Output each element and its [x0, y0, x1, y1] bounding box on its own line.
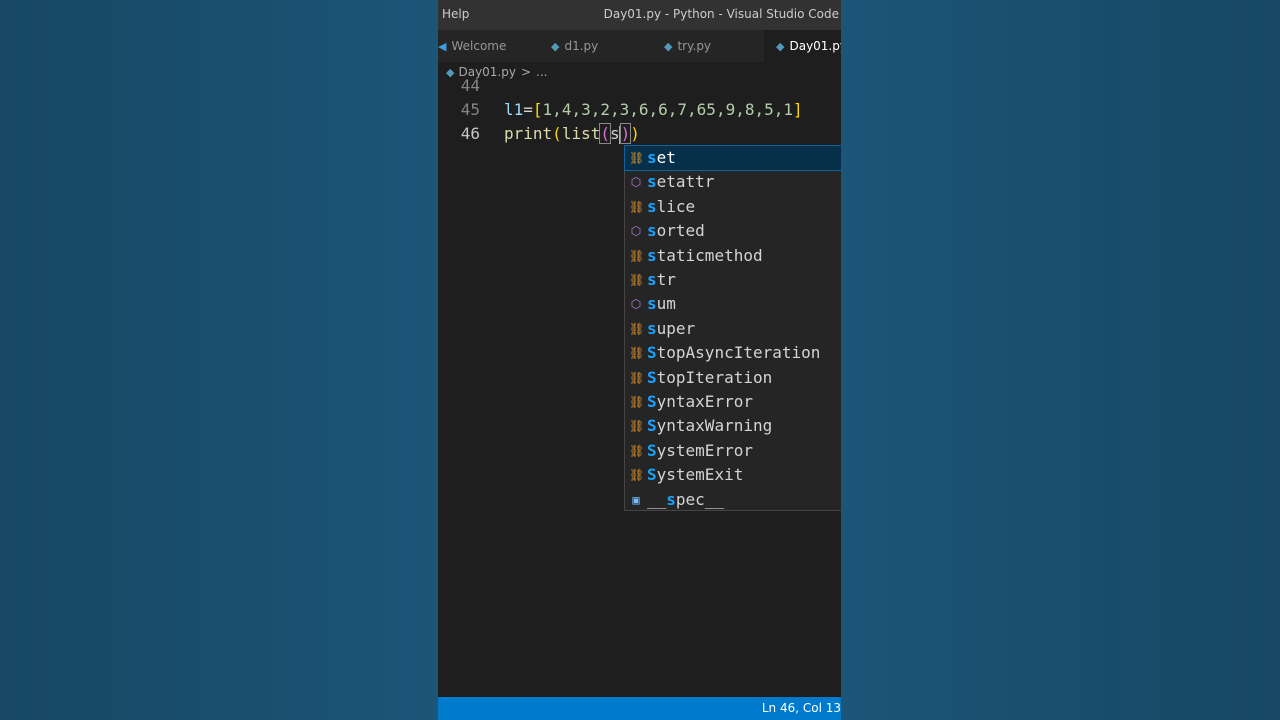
suggestion-item[interactable]: ⛓ SystemExit: [625, 463, 841, 487]
tab-welcome[interactable]: ◀ Welcome: [438, 30, 542, 62]
suggestion-label: StopAsyncIteration: [647, 343, 821, 363]
tab-try-py[interactable]: ◆ try.py: [664, 30, 764, 62]
suggestion-label: sum: [647, 294, 676, 314]
variable-icon: ▣: [632, 492, 640, 507]
class-icon: ⛓: [629, 199, 645, 214]
line-number: 45: [460, 100, 480, 119]
suggestion-item[interactable]: ⬡ setattr: [625, 170, 841, 194]
suggestion-item[interactable]: ⛓ set: [624, 145, 841, 171]
class-icon: ⛓: [629, 248, 645, 263]
suggestion-item[interactable]: ⛓ str: [625, 268, 841, 292]
suggestion-item[interactable]: ⛓ SystemError: [625, 439, 841, 463]
tab-label: Welcome: [451, 39, 507, 53]
autocomplete-suggestions: ⛓ set ⬡ setattr ⛓ slice ⬡ sorted ⛓ staticmethod ⛓ s…: [624, 145, 841, 511]
python-file-icon: ◆: [551, 40, 560, 53]
suggestion-item[interactable]: ⛓ SyntaxError: [625, 390, 841, 414]
suggestion-label: StopIteration: [647, 367, 773, 387]
suggestion-label: setattr: [647, 172, 715, 192]
suggestion-label: SyntaxError: [647, 392, 753, 411]
code-line: 45 l1=[1,4,3,2,3,6,6,7,65,9,8,5,1]: [438, 98, 841, 122]
class-icon: ⛓: [629, 468, 645, 483]
code-text: l1=[1,4,3,2,3,6,6,7,65,9,8,5,1]: [504, 100, 803, 119]
method-cube-icon: ⬡: [630, 297, 642, 312]
class-icon: ⛓: [629, 443, 645, 458]
suggestion-label: __spec__: [647, 489, 725, 509]
class-icon: ⛓: [629, 419, 645, 434]
suggestion-label: slice: [647, 196, 696, 216]
code-line: 46 print(list(s)): [438, 122, 841, 146]
line-number: 46: [460, 124, 480, 143]
suggestion-item[interactable]: ▣ __spec__: [625, 488, 841, 512]
background-right: [841, 0, 1280, 720]
code-text: print(list(s)): [504, 123, 640, 144]
cursor-position[interactable]: Ln 46, Col 13: [762, 697, 841, 720]
method-cube-icon: ⬡: [630, 175, 642, 190]
class-icon: ⛓: [629, 321, 645, 336]
title-bar: Help Day01.py - Python - Visual Studio C…: [438, 0, 841, 30]
suggestion-item[interactable]: ⬡ sorted: [625, 219, 841, 243]
tab-label: d1.py: [564, 39, 599, 53]
suggestion-label: SystemError: [647, 440, 753, 460]
line-number: 44: [460, 76, 480, 95]
method-cube-icon: ⬡: [630, 224, 642, 239]
suggestion-item[interactable]: ⬡ sum: [625, 292, 841, 316]
tab-label: Day01.py: [789, 39, 841, 53]
suggestion-label: super: [647, 318, 696, 338]
background-left: [0, 0, 438, 720]
menu-help[interactable]: Help: [442, 7, 469, 21]
class-icon: ⛓: [629, 151, 645, 165]
suggestion-item[interactable]: ⛓ SyntaxWarning: [625, 414, 841, 438]
suggestion-label: SyntaxWarning: [647, 416, 773, 436]
suggestion-label: set: [647, 148, 676, 167]
class-icon: ⛓: [629, 273, 645, 287]
class-icon: ⛓: [629, 395, 645, 409]
class-icon: ⛓: [629, 346, 645, 361]
window-title: Day01.py - Python - Visual Studio Code: [603, 7, 839, 21]
suggestion-label: sorted: [647, 221, 705, 241]
suggestion-label: str: [647, 270, 676, 289]
code-editor[interactable]: 44 45 l1=[1,4,3,2,3,6,6,7,65,9,8,5,1] 46…: [438, 76, 841, 697]
suggestion-label: SystemExit: [647, 465, 744, 485]
suggestion-item[interactable]: ⛓ StopIteration: [625, 366, 841, 390]
suggestion-item[interactable]: ⛓ staticmethod: [625, 244, 841, 268]
python-file-icon: ◆: [664, 40, 673, 53]
python-file-icon: ◆: [776, 40, 785, 53]
tab-label: try.py: [677, 39, 712, 53]
vscode-icon: ◀: [438, 40, 447, 53]
editor-tabs: ◀ Welcome ◆ d1.py ◆ try.py ◆ Day01.py: [438, 30, 841, 62]
suggestion-item[interactable]: ⛓ slice: [625, 195, 841, 219]
status-bar: Ln 46, Col 13: [438, 697, 841, 720]
code-line: 44: [438, 74, 841, 98]
class-icon: ⛓: [629, 370, 645, 385]
suggestion-label: staticmethod: [647, 245, 763, 265]
suggestion-item[interactable]: ⛓ StopAsyncIteration: [625, 341, 841, 365]
tab-day01-py[interactable]: ◆ Day01.py: [764, 30, 841, 62]
suggestion-item[interactable]: ⛓ super: [625, 317, 841, 341]
tab-d1-py[interactable]: ◆ d1.py: [551, 30, 661, 62]
vscode-window: Help Day01.py - Python - Visual Studio C…: [438, 0, 841, 720]
